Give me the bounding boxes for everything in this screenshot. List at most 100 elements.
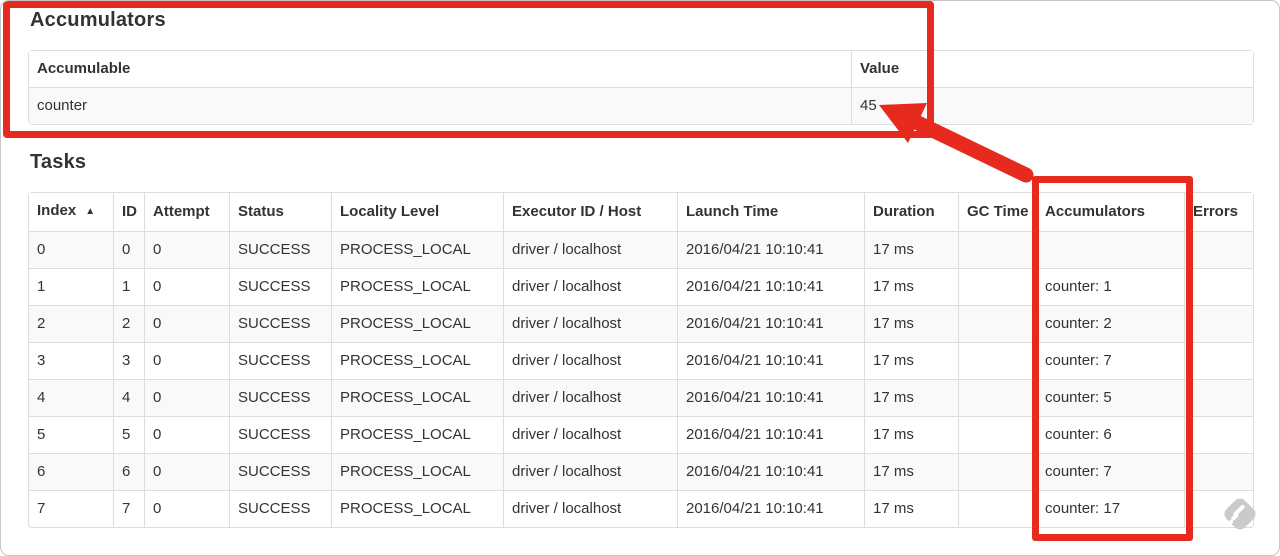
tasks-cell-duration: 17 ms [864,342,958,379]
tasks-header-accumulators[interactable]: Accumulators [1036,193,1184,231]
tasks-cell-accumulators: counter: 5 [1036,379,1184,416]
tasks-header-launch[interactable]: Launch Time [677,193,864,231]
tasks-cell-id: 6 [113,453,144,490]
tasks-cell-attempt: 0 [144,268,229,305]
tasks-cell-launch: 2016/04/21 10:10:41 [677,342,864,379]
tasks-header-executor[interactable]: Executor ID / Host [503,193,677,231]
tasks-header-duration[interactable]: Duration [864,193,958,231]
tasks-row-4: 4 4 0 SUCCESS PROCESS_LOCAL driver / localhos… [29,379,1253,416]
tasks-cell-executor: driver / localhost [503,268,677,305]
tasks-cell-gc [958,416,1036,453]
tasks-row-1: 1 1 0 SUCCESS PROCESS_LOCAL driver / localhos… [29,268,1253,305]
tasks-header-label-executor: Executor ID / Host [512,203,642,220]
tasks-cell-id: 1 [113,268,144,305]
accum-cell-name: counter [29,87,851,124]
tasks-header-label-duration: Duration [873,203,935,220]
tasks-row-2: 2 2 0 SUCCESS PROCESS_LOCAL driver / localhos… [29,305,1253,342]
tasks-cell-status: SUCCESS [229,268,331,305]
tasks-cell-locality: PROCESS_LOCAL [331,305,503,342]
tasks-cell-executor: driver / localhost [503,231,677,268]
tasks-cell-duration: 17 ms [864,231,958,268]
tasks-cell-status: SUCCESS [229,305,331,342]
tasks-cell-gc [958,453,1036,490]
tasks-row-6: 6 6 0 SUCCESS PROCESS_LOCAL driver / localhos… [29,453,1253,490]
tasks-cell-locality: PROCESS_LOCAL [331,490,503,527]
tasks-cell-index: 5 [29,416,113,453]
accum-cell-value: 45 [851,87,1253,124]
tasks-cell-duration: 17 ms [864,490,958,527]
sort-ascending-icon: ▲ [85,206,96,217]
tasks-header-label-launch: Launch Time [686,203,779,220]
tasks-cell-index: 0 [29,231,113,268]
tasks-cell-errors [1184,342,1253,379]
tasks-header-errors[interactable]: Errors [1184,193,1253,231]
tasks-header-locality[interactable]: Locality Level [331,193,503,231]
tasks-header-attempt[interactable]: Attempt [144,193,229,231]
tasks-row-7: 7 7 0 SUCCESS PROCESS_LOCAL driver / localhos… [29,490,1253,527]
tasks-cell-launch: 2016/04/21 10:10:41 [677,416,864,453]
tasks-header-label-errors: Errors [1193,203,1239,220]
tasks-cell-id: 3 [113,342,144,379]
tasks-cell-attempt: 0 [144,305,229,342]
tasks-cell-status: SUCCESS [229,453,331,490]
accum-header-value[interactable]: Value [851,51,1253,87]
tasks-cell-id: 2 [113,305,144,342]
tasks-cell-duration: 17 ms [864,379,958,416]
tasks-cell-id: 4 [113,379,144,416]
tasks-cell-gc [958,231,1036,268]
accumulable-table-header-row: Accumulable Value [29,51,1253,87]
tasks-cell-id: 5 [113,416,144,453]
tasks-cell-gc [958,379,1036,416]
tasks-header-status[interactable]: Status [229,193,331,231]
accum-row-0: counter 45 [29,87,1253,124]
tasks-table: Index ▲ ID Attempt Status Locality Level Execu… [28,192,1254,528]
tasks-table-body: 0 0 0 SUCCESS PROCESS_LOCAL driver / localhos… [29,231,1253,527]
tasks-row-0: 0 0 0 SUCCESS PROCESS_LOCAL driver / localhos… [29,231,1253,268]
tasks-cell-errors [1184,231,1253,268]
tasks-cell-index: 7 [29,490,113,527]
accum-header-name[interactable]: Accumulable [29,51,851,87]
tasks-row-5: 5 5 0 SUCCESS PROCESS_LOCAL driver / localhos… [29,416,1253,453]
tasks-cell-duration: 17 ms [864,268,958,305]
tasks-header-label-attempt: Attempt [153,203,210,220]
tasks-cell-attempt: 0 [144,342,229,379]
tasks-cell-locality: PROCESS_LOCAL [331,231,503,268]
tasks-header-label-status: Status [238,203,284,220]
accumulable-table: Accumulable Value counter 45 [28,50,1254,125]
tasks-cell-id: 7 [113,490,144,527]
tasks-cell-errors [1184,268,1253,305]
tasks-header-index[interactable]: Index ▲ [29,193,113,231]
tasks-cell-accumulators: counter: 6 [1036,416,1184,453]
accumulators-section-title: Accumulators [30,9,166,31]
tasks-cell-attempt: 0 [144,416,229,453]
tasks-cell-launch: 2016/04/21 10:10:41 [677,268,864,305]
tasks-cell-gc [958,342,1036,379]
tasks-cell-index: 4 [29,379,113,416]
tasks-cell-duration: 17 ms [864,453,958,490]
tasks-header-label-gc: GC Time [967,203,1029,220]
tasks-cell-index: 6 [29,453,113,490]
tasks-cell-accumulators [1036,231,1184,268]
tasks-cell-index: 1 [29,268,113,305]
tasks-cell-errors [1184,305,1253,342]
tasks-cell-accumulators: counter: 1 [1036,268,1184,305]
tasks-header-label-index: Index [37,202,77,219]
tasks-header-gc[interactable]: GC Time [958,193,1036,231]
tasks-cell-status: SUCCESS [229,490,331,527]
tasks-cell-executor: driver / localhost [503,490,677,527]
tasks-cell-locality: PROCESS_LOCAL [331,453,503,490]
accumulable-table-body: counter 45 [29,87,1253,124]
tasks-cell-accumulators: counter: 7 [1036,342,1184,379]
tasks-cell-errors [1184,416,1253,453]
tasks-cell-executor: driver / localhost [503,342,677,379]
tasks-cell-status: SUCCESS [229,416,331,453]
tasks-cell-id: 0 [113,231,144,268]
tasks-section-title: Tasks [30,151,87,173]
tasks-cell-index: 2 [29,305,113,342]
tasks-cell-errors [1184,379,1253,416]
tasks-header-id[interactable]: ID [113,193,144,231]
tasks-cell-executor: driver / localhost [503,453,677,490]
tasks-cell-gc [958,490,1036,527]
tasks-cell-executor: driver / localhost [503,379,677,416]
tasks-cell-errors [1184,490,1253,527]
